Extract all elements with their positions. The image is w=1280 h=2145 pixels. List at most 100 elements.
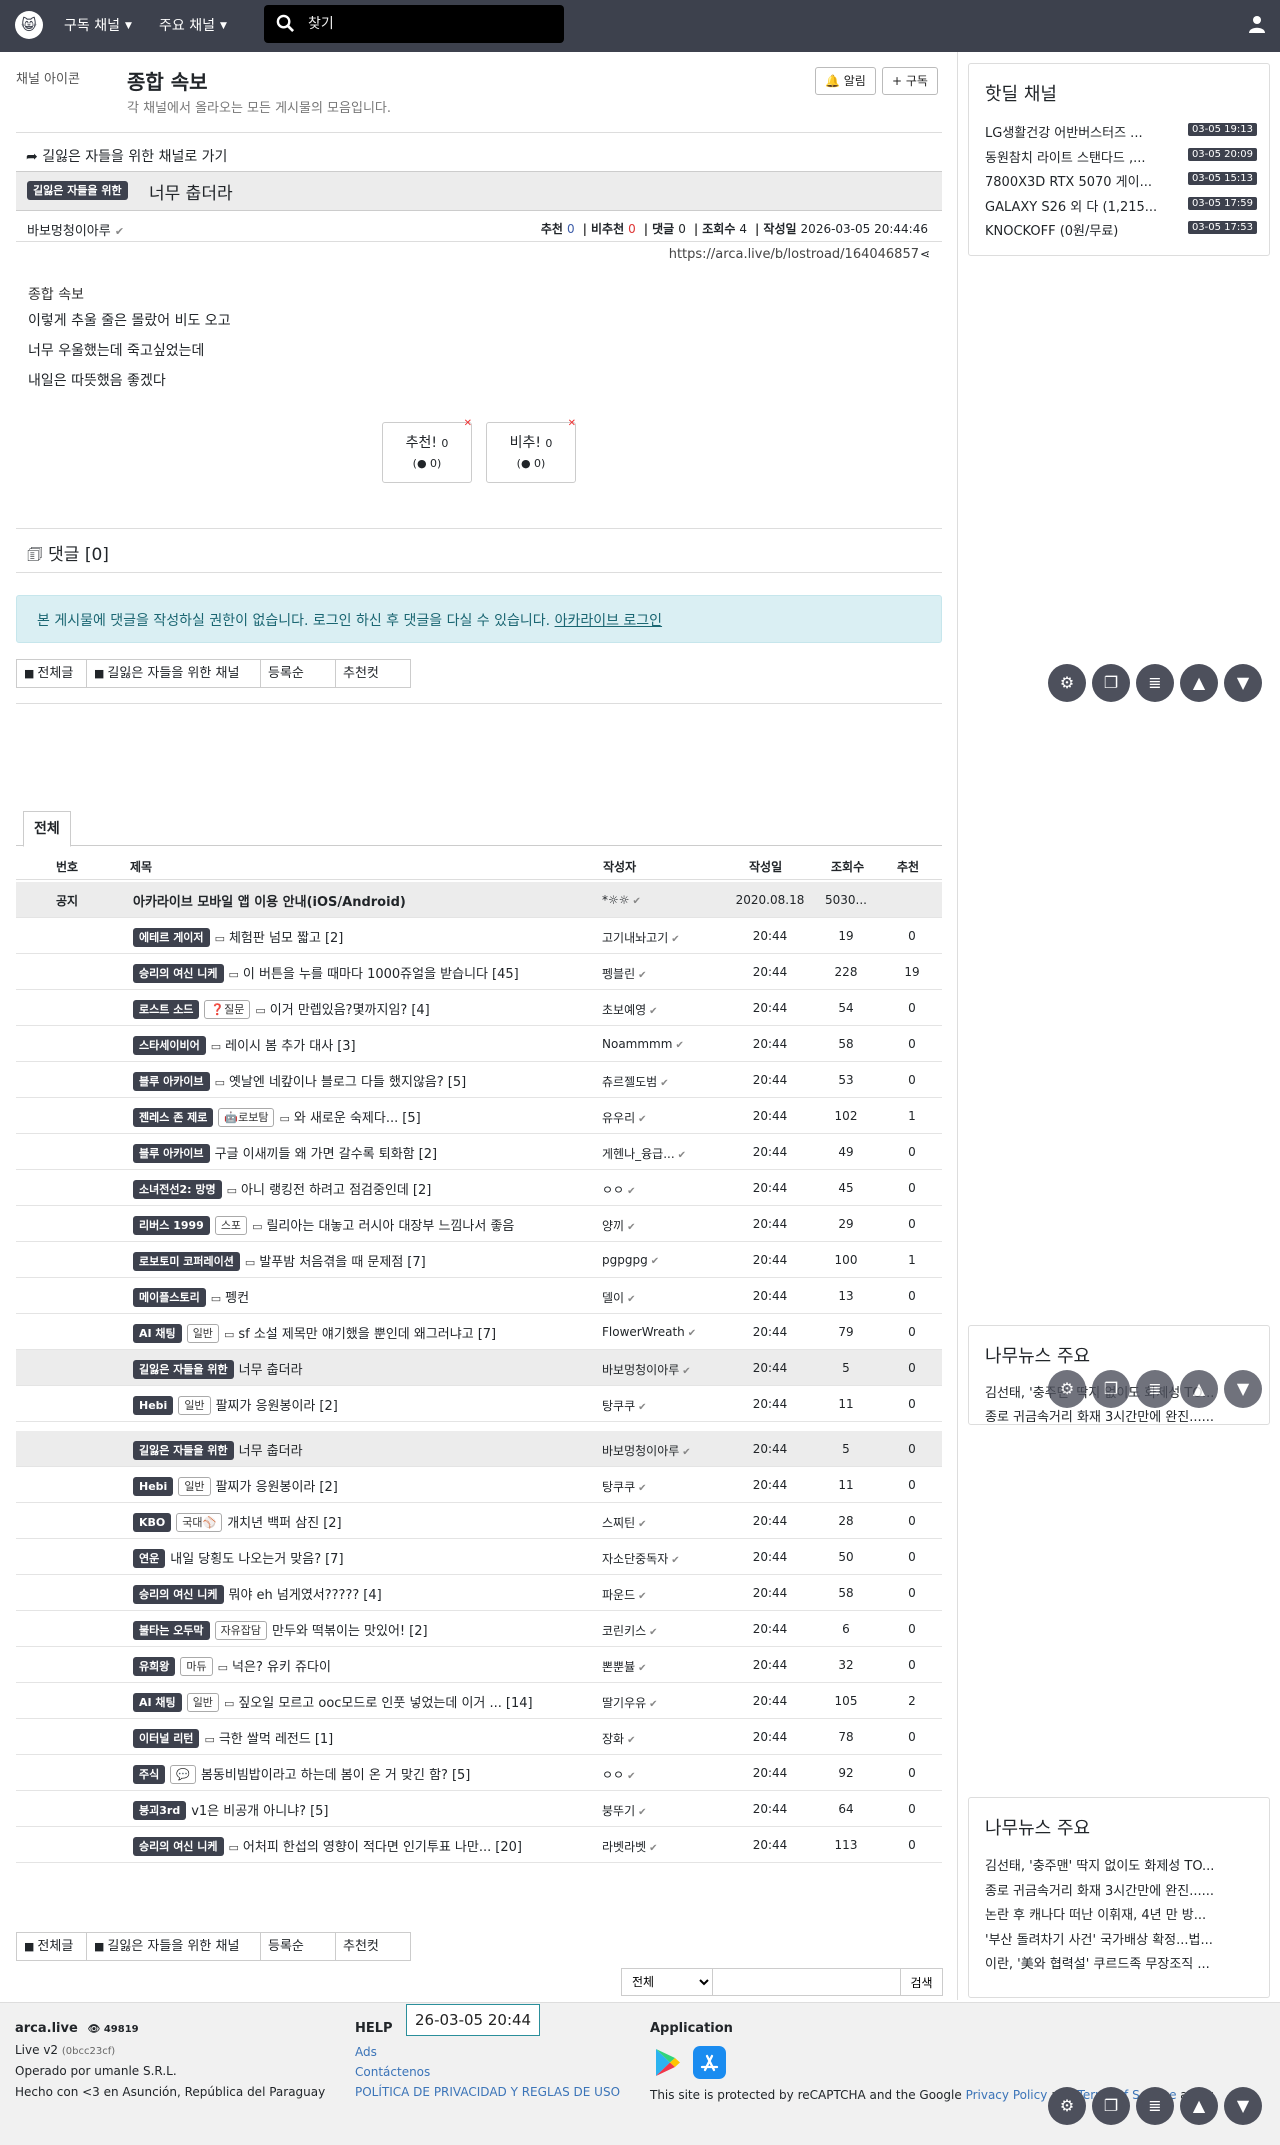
tab-all[interactable]: 전체 (23, 811, 71, 847)
filter-channel[interactable]: ■ 길잃은 자들을 위한 채널 (86, 1932, 261, 1961)
table-row[interactable]: AI 채팅 일반 ▭ 짚오일 모르고 ooc모드로 인풋 넣었는데 이거 ... [14… (16, 1683, 942, 1719)
row-title[interactable]: 젠레스 존 제로 🤖로보탐 ▭ 와 새로운 숙제다... [5] (133, 1107, 613, 1127)
hotdeal-item[interactable]: LG생활건강 어반버스터즈 ... 03-05 19:13 (985, 121, 1257, 141)
hotdeal-item[interactable]: KNOCKOFF (0원/무료) 03-05 17:53 (985, 219, 1257, 239)
search-icon[interactable] (276, 14, 295, 33)
row-title[interactable]: 리버스 1999 스포 ▭ 릴리아는 대놓고 러시아 대장부 느낌나서 좋음 (133, 1215, 613, 1235)
row-writer[interactable]: 바보멍청이아루 ✔ (602, 1361, 714, 1379)
row-category-badge[interactable]: 일반 (178, 1396, 211, 1415)
row-title[interactable]: KBO 국대⚾ 개치년 백퍼 삼진 [2] (133, 1512, 613, 1532)
row-writer[interactable]: 델이 ✔ (602, 1289, 714, 1307)
row-writer[interactable]: 양끼 ✔ (602, 1217, 714, 1235)
filter-recommended[interactable]: 추천컷 (335, 1932, 411, 1961)
row-channel-badge[interactable]: 주식 (133, 1765, 166, 1784)
row-writer[interactable]: 코린키스 ✔ (602, 1622, 714, 1640)
table-row[interactable]: 젠레스 존 제로 🤖로보탐 ▭ 와 새로운 숙제다... [5] 유우리 ✔ 20:44 102… (16, 1098, 942, 1134)
row-title[interactable]: Hebi 일반 팔찌가 응원봉이라 [2] (133, 1476, 613, 1496)
row-title[interactable]: 길잃은 자들을 위한 너무 춥더라 (133, 1359, 613, 1379)
channel-badge[interactable]: 길잃은 자들을 위한 (27, 181, 128, 200)
row-category-badge[interactable]: 국대⚾ (176, 1513, 223, 1532)
row-title[interactable]: 승리의 여신 니케 ▭ 어처피 한섭의 영향이 적다면 인기투표 나만... [20] (133, 1836, 613, 1856)
row-channel-badge[interactable]: 길잃은 자들을 위한 (133, 1360, 234, 1379)
news-item[interactable]: 종로 귀금속거리 화재 3시간만에 완진...... (985, 1406, 1257, 1424)
notice-row[interactable]: 공지 아카라이브 모바일 앱 이용 안내(iOS/Android) *☼☼ ✔ 2020… (16, 882, 942, 918)
arca-logo-icon[interactable]: 😸 (15, 11, 43, 39)
row-writer[interactable]: FlowerWreath ✔ (602, 1325, 714, 1343)
row-writer[interactable]: 붕뚜기 ✔ (602, 1802, 714, 1820)
row-title[interactable]: 연운 내일 당횡도 나오는거 맞음? [7] (133, 1548, 613, 1568)
row-writer[interactable]: 파운드 ✔ (602, 1586, 714, 1604)
row-channel-badge[interactable]: 블루 아카이브 (133, 1072, 210, 1091)
go-to-channel-link[interactable]: ➦ 길잃은 자들을 위한 채널로 가기 (26, 146, 227, 166)
row-writer[interactable]: *☼☼ ✔ (602, 893, 714, 911)
row-title[interactable]: 로스트 소드 ❓질문 ▭ 이거 만렙있음?몇까지임? [4] (133, 999, 613, 1019)
table-row[interactable]: 블루 아카이브 구글 이새끼들 왜 가면 갈수록 퇴화함 [2] 게헨나_융급... ✔… (16, 1134, 942, 1170)
row-category-badge[interactable]: ❓질문 (204, 1000, 251, 1019)
table-row[interactable]: Hebi 일반 팔찌가 응원봉이라 [2] 탕쿠쿠 ✔ 20:44 11 0 (16, 1386, 942, 1422)
row-title[interactable]: 로보토미 코퍼레이션 ▭ 발푸밤 처음겪을 때 문제점 [7] (133, 1251, 613, 1271)
row-writer[interactable]: 딸기우유 ✔ (602, 1694, 714, 1712)
table-row[interactable]: 연운 내일 당횡도 나오는거 맞음? [7] 자소단중독자 ✔ 20:44 50 0 (16, 1539, 942, 1575)
row-channel-badge[interactable]: 불타는 오두막 (133, 1621, 210, 1640)
google-play-icon[interactable] (650, 2046, 683, 2079)
table-row[interactable]: 길잃은 자들을 위한 너무 춥더라 바보멍청이아루 ✔ 20:44 5 0 (16, 1431, 942, 1467)
row-category-badge[interactable]: 스포 (214, 1216, 248, 1235)
table-row[interactable]: AI 채팅 일반 ▭ sf 소설 제목만 얘기했을 뿐인데 왜그러냐고 [7] Flowe… (16, 1314, 942, 1350)
row-channel-badge[interactable]: 이터널 리턴 (133, 1729, 200, 1748)
row-writer[interactable]: 츄르젤도범 ✔ (602, 1073, 714, 1091)
row-channel-badge[interactable]: 길잃은 자들을 위한 (133, 1441, 234, 1460)
footer-brand-name[interactable]: arca.live (15, 2021, 78, 2036)
row-writer[interactable]: 라벳라벳 ✔ (602, 1838, 714, 1856)
arrow-up-icon[interactable]: ▲ (1180, 664, 1218, 702)
table-row[interactable]: 길잃은 자들을 위한 너무 춥더라 바보멍청이아루 ✔ 20:44 5 0 (16, 1350, 942, 1386)
list-icon[interactable]: ≣ (1136, 1370, 1174, 1408)
post-author[interactable]: 바보멍청이아루 ✔ (27, 220, 124, 239)
comments-icon[interactable]: ❐ (1092, 1370, 1130, 1408)
table-row[interactable]: 불타는 오두막 자유잡담 만두와 떡볶이는 맛있어! [2] 코린키스 ✔ 20:44 6 0 (16, 1611, 942, 1647)
list-icon[interactable]: ≣ (1136, 2087, 1174, 2125)
row-title[interactable]: 메이플스토리 ▭ 펭컨 (133, 1287, 613, 1307)
ads-link[interactable]: Ads (355, 2045, 620, 2059)
news-title[interactable]: 나무뉴스 주요 (985, 1342, 1090, 1368)
table-row[interactable]: 주식 💬 봄동비빔밥이라고 하는데 봄이 온 거 맞긴 함? [5] ㅇㅇ ✔ 20:44 9… (16, 1755, 942, 1791)
search-target-select[interactable]: 전체 (621, 1968, 713, 1996)
share-icon[interactable]: ⋖ (920, 247, 930, 261)
hotdeal-item[interactable]: GALAXY S26 외 다 (1,215... 03-05 17:59 (985, 195, 1257, 215)
table-row[interactable]: 승리의 여신 니케 ▭ 어처피 한섭의 영향이 적다면 인기투표 나만... [20]… (16, 1827, 942, 1863)
row-title[interactable]: 승리의 여신 니케 ▭ 이 버튼을 누를 때마다 1000쥬얼을 받습니다 [45] (133, 963, 613, 983)
row-writer[interactable]: 펭블린 ✔ (602, 965, 714, 983)
news-item[interactable]: 김선태, '충주맨' 딱지 없이도 화제성 TO... (985, 1855, 1257, 1874)
upvote-button[interactable]: ✕ 추천! 0 (● 0) (382, 418, 472, 483)
row-writer[interactable]: pgpgpg ✔ (602, 1253, 714, 1271)
row-title[interactable]: 블루 아카이브 ▭ 옛날엔 네캎이나 블로그 다들 했지않음? [5] (133, 1071, 613, 1091)
row-channel-badge[interactable]: Hebi (133, 1396, 174, 1415)
google-privacy-link[interactable]: Privacy Policy (966, 2088, 1048, 2102)
row-writer[interactable]: 게헨나_융급... ✔ (602, 1145, 714, 1163)
row-channel-badge[interactable]: Hebi (133, 1477, 174, 1496)
row-category-badge[interactable]: 일반 (186, 1693, 219, 1712)
row-category-badge[interactable]: 마듀 (180, 1657, 213, 1676)
table-row[interactable]: 블루 아카이브 ▭ 옛날엔 네캎이나 블로그 다들 했지않음? [5] 츄르젤도범 ✔ 20… (16, 1062, 942, 1098)
row-writer[interactable]: 스찌틴 ✔ (602, 1514, 714, 1532)
arrow-up-icon[interactable]: ▲ (1180, 1370, 1218, 1408)
comments-icon[interactable]: ❐ (1092, 664, 1130, 702)
contact-link[interactable]: Contáctenos (355, 2065, 620, 2079)
table-row[interactable]: 승리의 여신 니케 ▭ 이 버튼을 누를 때마다 1000쥬얼을 받습니다 [45] 펭… (16, 954, 942, 990)
subscribed-channels-dropdown[interactable]: 구독 채널 ▼ (64, 15, 132, 35)
arrow-down-icon[interactable]: ▼ (1224, 1370, 1262, 1408)
sort-order[interactable]: 등록순 (260, 659, 336, 688)
table-row[interactable]: 승리의 여신 니케 뭐야 eh 넘게였서????? [4] 파운드 ✔ 20:44 58 0 (16, 1575, 942, 1611)
row-title[interactable]: 길잃은 자들을 위한 너무 춥더라 (133, 1440, 613, 1460)
filter-recommended[interactable]: 추천컷 (335, 659, 411, 688)
news-item[interactable]: 이란, '美와 협력설' 쿠르드족 무장조직 ... (985, 1953, 1257, 1972)
row-title[interactable]: Hebi 일반 팔찌가 응원봉이라 [2] (133, 1395, 613, 1415)
row-channel-badge[interactable]: AI 채팅 (133, 1693, 182, 1712)
row-title[interactable]: AI 채팅 일반 ▭ sf 소설 제목만 얘기했을 뿐인데 왜그러냐고 [7] (133, 1323, 613, 1343)
channel-title[interactable]: 종합 속보 (127, 66, 208, 95)
gear-icon[interactable]: ⚙ (1048, 664, 1086, 702)
arrow-down-icon[interactable]: ▼ (1224, 664, 1262, 702)
row-channel-badge[interactable]: 스타세이비어 (133, 1036, 206, 1055)
row-title[interactable]: 불타는 오두막 자유잡담 만두와 떡볶이는 맛있어! [2] (133, 1620, 613, 1640)
row-category-badge[interactable]: 일반 (178, 1477, 211, 1496)
table-row[interactable]: 붕괴3rd v1은 비공개 아니냐? [5] 붕뚜기 ✔ 20:44 64 0 (16, 1791, 942, 1827)
